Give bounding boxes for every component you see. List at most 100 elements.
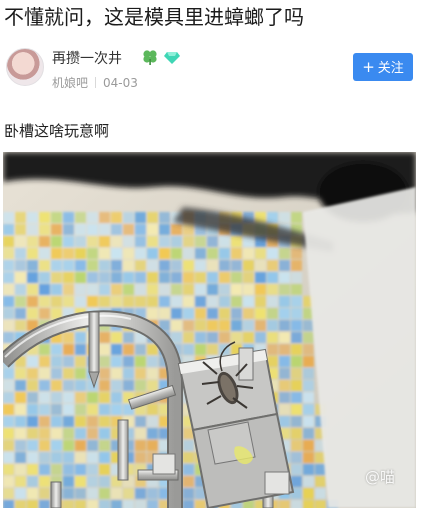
author-name[interactable]: 再攒一次井	[52, 48, 122, 68]
mosaic-tile	[279, 332, 290, 343]
mosaic-tile	[39, 380, 50, 391]
mosaic-tile	[75, 272, 86, 283]
mosaic-tile	[159, 284, 170, 295]
mosaic-tile	[27, 464, 38, 475]
mosaic-tile	[267, 308, 278, 319]
post-image[interactable]	[3, 152, 416, 508]
avatar[interactable]	[6, 48, 44, 86]
mosaic-tile	[267, 248, 278, 259]
mosaic-tile	[3, 260, 14, 271]
mosaic-tile	[171, 260, 182, 271]
mosaic-tile	[135, 260, 146, 271]
follow-label: 关注	[377, 61, 404, 76]
mosaic-tile	[123, 488, 134, 499]
mosaic-tile	[27, 404, 38, 415]
mosaic-tile	[183, 260, 194, 271]
mosaic-tile	[195, 260, 206, 271]
mosaic-tile	[303, 356, 314, 367]
mosaic-tile	[195, 272, 206, 283]
follow-button[interactable]: + 关注	[353, 53, 413, 81]
mosaic-tile	[279, 380, 290, 391]
mosaic-tile	[99, 332, 110, 343]
mosaic-tile	[63, 452, 74, 463]
mosaic-tile	[147, 248, 158, 259]
mosaic-tile	[75, 236, 86, 247]
mosaic-tile	[75, 440, 86, 451]
mosaic-tile	[171, 236, 182, 247]
mosaic-tile	[63, 296, 74, 307]
mosaic-tile	[111, 296, 122, 307]
mosaic-tile	[3, 296, 14, 307]
mosaic-tile	[87, 464, 98, 475]
mosaic-tile	[291, 284, 302, 295]
mosaic-tile	[135, 284, 146, 295]
mosaic-tile	[39, 392, 50, 403]
mosaic-tile	[123, 500, 134, 508]
mosaic-tile	[15, 248, 26, 259]
mosaic-tile	[75, 392, 86, 403]
mosaic-tile	[39, 272, 50, 283]
mosaic-tile	[75, 224, 86, 235]
mosaic-tile	[195, 248, 206, 259]
mosaic-tile	[39, 476, 50, 487]
mosaic-tile	[159, 296, 170, 307]
mosaic-tile	[99, 236, 110, 247]
mosaic-tile	[111, 272, 122, 283]
mosaic-tile	[15, 440, 26, 451]
mosaic-tile	[39, 344, 50, 355]
mosaic-tile	[243, 296, 254, 307]
mosaic-tile	[99, 416, 110, 427]
mosaic-tile	[111, 404, 122, 415]
mosaic-tile	[27, 476, 38, 487]
mosaic-tile	[183, 344, 194, 355]
mosaic-tile	[75, 368, 86, 379]
mosaic-tile	[99, 284, 110, 295]
mosaic-tile	[63, 476, 74, 487]
mosaic-tile	[15, 392, 26, 403]
mosaic-tile	[195, 320, 206, 331]
mosaic-tile	[3, 440, 14, 451]
mosaic-tile	[303, 428, 314, 439]
mosaic-tile	[123, 272, 134, 283]
mosaic-tile	[267, 260, 278, 271]
mosaic-tile	[183, 320, 194, 331]
mosaic-tile	[279, 260, 290, 271]
mosaic-tile	[279, 356, 290, 367]
mosaic-tile	[243, 332, 254, 343]
post-date: 04-03	[103, 76, 138, 90]
mosaic-tile	[303, 464, 314, 475]
mosaic-tile	[39, 212, 50, 223]
mosaic-tile	[111, 212, 122, 223]
mosaic-tile	[279, 392, 290, 403]
mosaic-tile	[27, 488, 38, 499]
mosaic-tile	[219, 332, 230, 343]
mosaic-tile	[3, 272, 14, 283]
mosaic-tile	[231, 236, 242, 247]
mosaic-tile	[87, 260, 98, 271]
mosaic-tile	[99, 488, 110, 499]
mosaic-tile	[267, 332, 278, 343]
mosaic-tile	[51, 464, 62, 475]
mosaic-tile	[231, 308, 242, 319]
mosaic-tile	[207, 296, 218, 307]
mosaic-tile	[111, 344, 122, 355]
mosaic-tile	[303, 368, 314, 379]
mosaic-tile	[39, 296, 50, 307]
mosaic-tile	[39, 248, 50, 259]
mosaic-tile	[183, 308, 194, 319]
mosaic-tile	[291, 320, 302, 331]
mosaic-tile	[159, 248, 170, 259]
forum-name[interactable]: 机娘吧	[52, 76, 88, 90]
mosaic-tile	[147, 488, 158, 499]
mosaic-tile	[63, 416, 74, 427]
mosaic-tile	[303, 392, 314, 403]
mosaic-tile	[39, 416, 50, 427]
mosaic-tile	[63, 488, 74, 499]
mosaic-tile	[303, 500, 314, 508]
post-body-text: 卧槽这啥玩意啊	[4, 122, 110, 140]
mosaic-tile	[99, 476, 110, 487]
mosaic-tile	[75, 260, 86, 271]
mosaic-tile	[87, 224, 98, 235]
mosaic-tile	[231, 296, 242, 307]
mosaic-tile	[159, 224, 170, 235]
